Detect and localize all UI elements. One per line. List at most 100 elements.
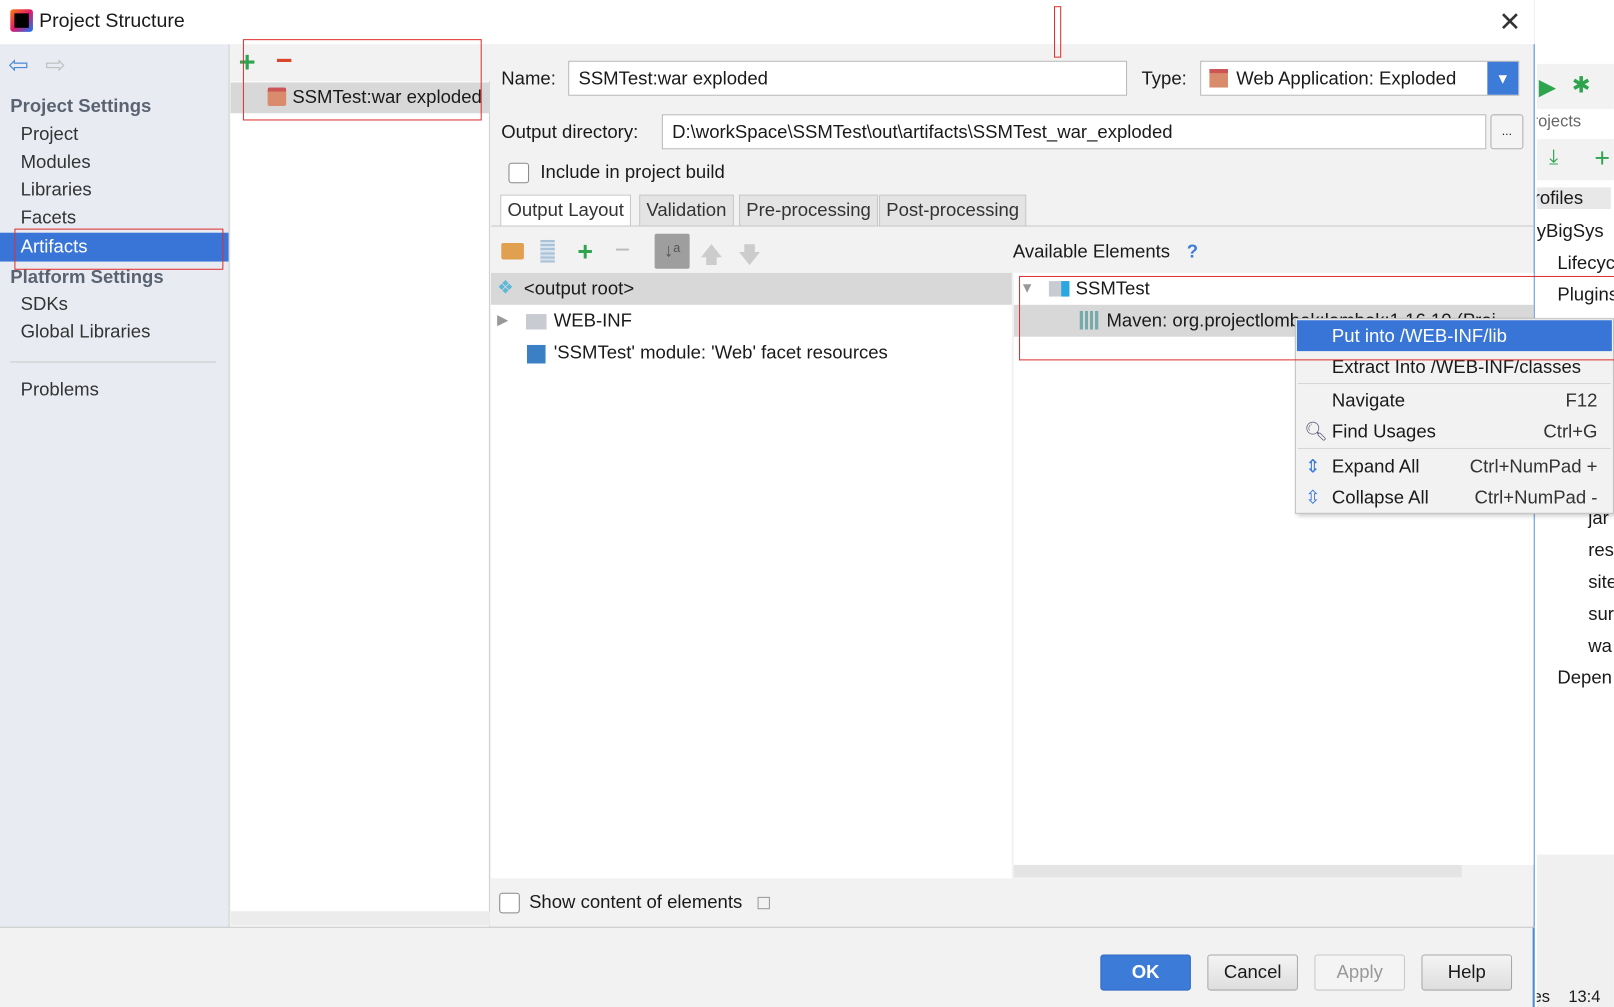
move-up-icon[interactable]: 🡅 — [700, 238, 723, 277]
settings-icon[interactable] — [757, 897, 771, 910]
sort-icon[interactable]: ↓ᵃ — [654, 233, 690, 269]
tree-item-facet-resources[interactable]: 'SSMTest' module: 'Web' facet resources — [554, 342, 888, 364]
menu-item-find-usages[interactable]: 🔍︎ Find Usages Ctrl+G — [1297, 416, 1612, 447]
archive-icon[interactable] — [540, 239, 555, 263]
menu-item-expand-all[interactable]: ⇕ Expand All Ctrl+NumPad + — [1297, 451, 1612, 482]
artifact-item[interactable]: SSMTest:war exploded — [230, 82, 490, 114]
name-label: Name: — [501, 67, 556, 89]
forward-icon[interactable]: ⇨ — [45, 50, 66, 80]
chevron-down-icon[interactable]: ▼ — [1487, 61, 1519, 95]
close-icon[interactable]: ✕ — [1499, 6, 1521, 38]
ide-text: Plugins — [1557, 284, 1614, 305]
sidebar-item-label: Artifacts — [20, 235, 88, 257]
cancel-button[interactable]: Cancel — [1207, 954, 1298, 991]
section-platform-settings: Platform Settings — [10, 266, 164, 288]
help-button[interactable]: Help — [1421, 954, 1513, 991]
sidebar-item-global-libraries[interactable]: Global Libraries — [21, 321, 151, 343]
tab-output-layout[interactable]: Output Layout — [500, 194, 632, 227]
tree-item-ssmtest[interactable]: SSMTest — [1076, 278, 1150, 300]
debug-icon[interactable]: ✱ — [1572, 72, 1591, 99]
menu-item-navigate[interactable]: Navigate F12 — [1297, 385, 1612, 416]
scrollbar[interactable] — [1013, 864, 1462, 878]
tree-label: <output root> — [523, 278, 635, 299]
tab-pre-processing[interactable]: Pre-processing — [739, 194, 879, 227]
sidebar-item-modules[interactable]: Modules — [21, 151, 91, 173]
ok-button[interactable]: OK — [1100, 954, 1191, 991]
remove-icon[interactable]: − — [276, 44, 293, 77]
menu-separator — [1297, 447, 1611, 449]
move-down-icon[interactable]: 🡇 — [738, 238, 761, 277]
search-icon: 🔍︎ — [1304, 421, 1328, 442]
sidebar-item-problems[interactable]: Problems — [21, 379, 99, 401]
menu-item-label: Collapse All — [1331, 487, 1429, 508]
run-icon[interactable]: ▶ — [1539, 74, 1556, 101]
folder-icon — [525, 314, 547, 330]
help-icon[interactable]: ? — [1187, 241, 1198, 263]
web-facet-icon — [527, 344, 546, 364]
sidebar: ⇦ ⇨ Project Settings Project Modules Lib… — [0, 44, 230, 927]
add-element-icon[interactable]: + — [577, 236, 593, 268]
output-directory-input[interactable]: D:\workSpace\SSMTest\out\artifacts\SSMTe… — [661, 114, 1487, 150]
collapse-arrow-icon[interactable]: ▼ — [1020, 279, 1034, 295]
download-icon[interactable]: ⤓ — [1549, 146, 1558, 170]
window-title: Project Structure — [39, 10, 185, 32]
artifact-label: SSMTest:war exploded — [292, 86, 482, 108]
sidebar-item-facets[interactable]: Facets — [21, 207, 77, 229]
include-label: Include in project build — [540, 161, 725, 183]
ide-text: sur — [1588, 603, 1614, 624]
ide-text: res — [1588, 539, 1614, 561]
expand-arrow-icon[interactable]: ▶ — [497, 311, 508, 329]
menu-item-label: Extract Into /WEB-INF/classes — [1331, 356, 1582, 377]
artifact-toolbar: + − — [230, 44, 490, 82]
war-artifact-icon — [267, 87, 287, 107]
add-icon[interactable]: + — [239, 46, 256, 79]
library-icon — [1079, 310, 1099, 330]
output-root-icon: ❖ — [497, 276, 514, 298]
ide-text: rojects — [1536, 113, 1582, 131]
menu-separator — [1297, 383, 1611, 385]
ide-text: Lifecyc — [1557, 252, 1614, 273]
sidebar-item-libraries[interactable]: Libraries — [21, 179, 92, 201]
sidebar-item-artifacts[interactable]: Artifacts — [0, 232, 229, 262]
tab-validation[interactable]: Validation — [639, 194, 734, 227]
menu-item-label: Expand All — [1331, 456, 1420, 477]
checkbox[interactable] — [499, 893, 520, 914]
tree-item-output-root[interactable]: ❖ <output root> — [490, 272, 1012, 305]
web-app-icon — [1209, 68, 1228, 88]
ide-text: Depen — [1557, 667, 1612, 688]
show-content-checkbox[interactable]: Show content of elements — [499, 891, 771, 914]
show-content-label: Show content of elements — [529, 891, 743, 913]
sidebar-item-sdks[interactable]: SDKs — [21, 293, 68, 315]
menu-item-collapse-all[interactable]: ⇳ Collapse All Ctrl+NumPad - — [1297, 482, 1612, 513]
menu-item-put-into-lib[interactable]: Put into /WEB-INF/lib — [1296, 320, 1612, 352]
name-input[interactable]: SSMTest:war exploded — [568, 60, 1128, 96]
ide-text: rofiles — [1536, 187, 1611, 210]
ide-text: site — [1588, 571, 1614, 593]
menu-item-extract-into-classes[interactable]: Extract Into /WEB-INF/classes — [1297, 351, 1612, 382]
back-icon[interactable]: ⇦ — [8, 50, 29, 80]
include-in-build-checkbox[interactable]: Include in project build — [508, 161, 725, 184]
sidebar-item-project[interactable]: Project — [21, 124, 79, 146]
remove-element-icon[interactable]: − — [614, 234, 630, 266]
create-directory-icon[interactable] — [501, 243, 524, 260]
checkbox[interactable] — [508, 162, 530, 184]
apply-button[interactable]: Apply — [1314, 954, 1405, 991]
title-bar: Project Structure ✕ — [0, 0, 1535, 45]
expand-all-icon: ⇕ — [1305, 456, 1321, 477]
status-bar-text: es 13:4 — [1536, 988, 1601, 1007]
add-icon[interactable]: + — [1594, 142, 1610, 174]
ide-text: wa — [1588, 635, 1612, 656]
type-select[interactable]: Web Application: Exploded ▼ — [1200, 60, 1520, 96]
shortcut: Ctrl+G — [1543, 421, 1598, 442]
type-value: Web Application: Exploded — [1236, 67, 1457, 89]
divider — [10, 361, 217, 363]
tree-item-web-inf[interactable]: WEB-INF — [554, 310, 632, 332]
shortcut: Ctrl+NumPad + — [1469, 456, 1598, 477]
type-label: Type: — [1141, 67, 1187, 89]
output-directory-label: Output directory: — [501, 121, 639, 143]
divider — [0, 926, 1535, 928]
scrollbar[interactable] — [230, 911, 490, 926]
tab-post-processing[interactable]: Post-processing — [879, 194, 1027, 227]
menu-item-label: Put into /WEB-INF/lib — [1331, 325, 1507, 346]
browse-button[interactable]: ... — [1490, 114, 1524, 150]
